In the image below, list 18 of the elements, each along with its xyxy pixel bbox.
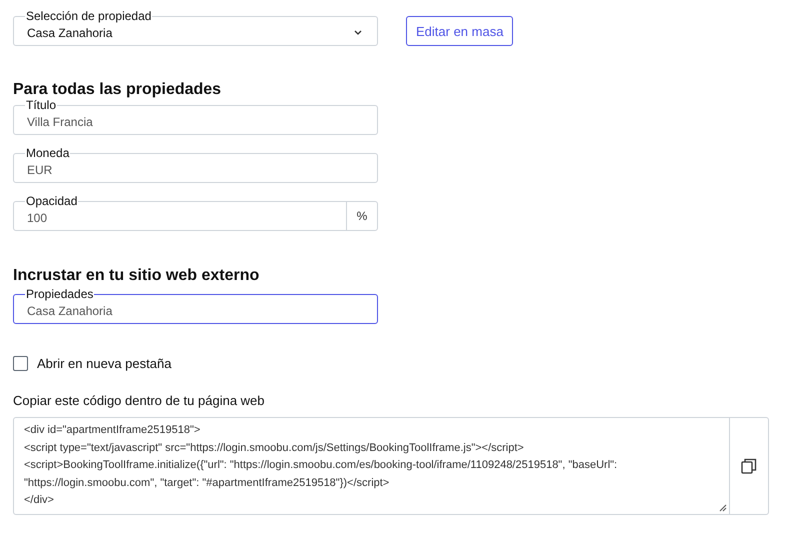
section-heading: Incrustar en tu sitio web externo [13, 267, 260, 285]
field-value: 100 [26, 210, 48, 227]
field-label: Propiedades [25, 288, 94, 301]
field-label: Moneda [25, 147, 70, 160]
chevron-down-icon [353, 30, 363, 36]
field-label: Título [25, 99, 58, 112]
resize-handle-icon[interactable] [719, 504, 727, 512]
checkbox-label: Abrir en nueva pestaña [37, 356, 172, 371]
embed-code: <div id="apartmentIframe2519518"> <script type="text/javascript" src="https://login.smoobu.com/js/Settings/BookingToolIframe.js"></script> <script>BookingToolIframe.initialize({"url": "https://login.smoobu.com/es/booking-tool/iframe/1109248/2519518", "baseUrl": "https://login.smoobu.com", "target": "#apartmentIframe2519518"})</script> </div> [24, 423, 618, 508]
code-instructions: Copiar este código dentro de tu página web [13, 393, 266, 408]
unit-addon: % [346, 202, 377, 230]
copy-icon [741, 458, 757, 474]
checkbox[interactable] [13, 356, 28, 371]
bulk-edit-button[interactable]: Editar en masa [406, 16, 514, 46]
field-value: Casa Zanahoria [26, 25, 114, 42]
section-heading: Para todas las propiedades [13, 81, 222, 99]
field-label: Opacidad [25, 195, 78, 208]
field-label: Selección de propiedad [25, 10, 152, 23]
